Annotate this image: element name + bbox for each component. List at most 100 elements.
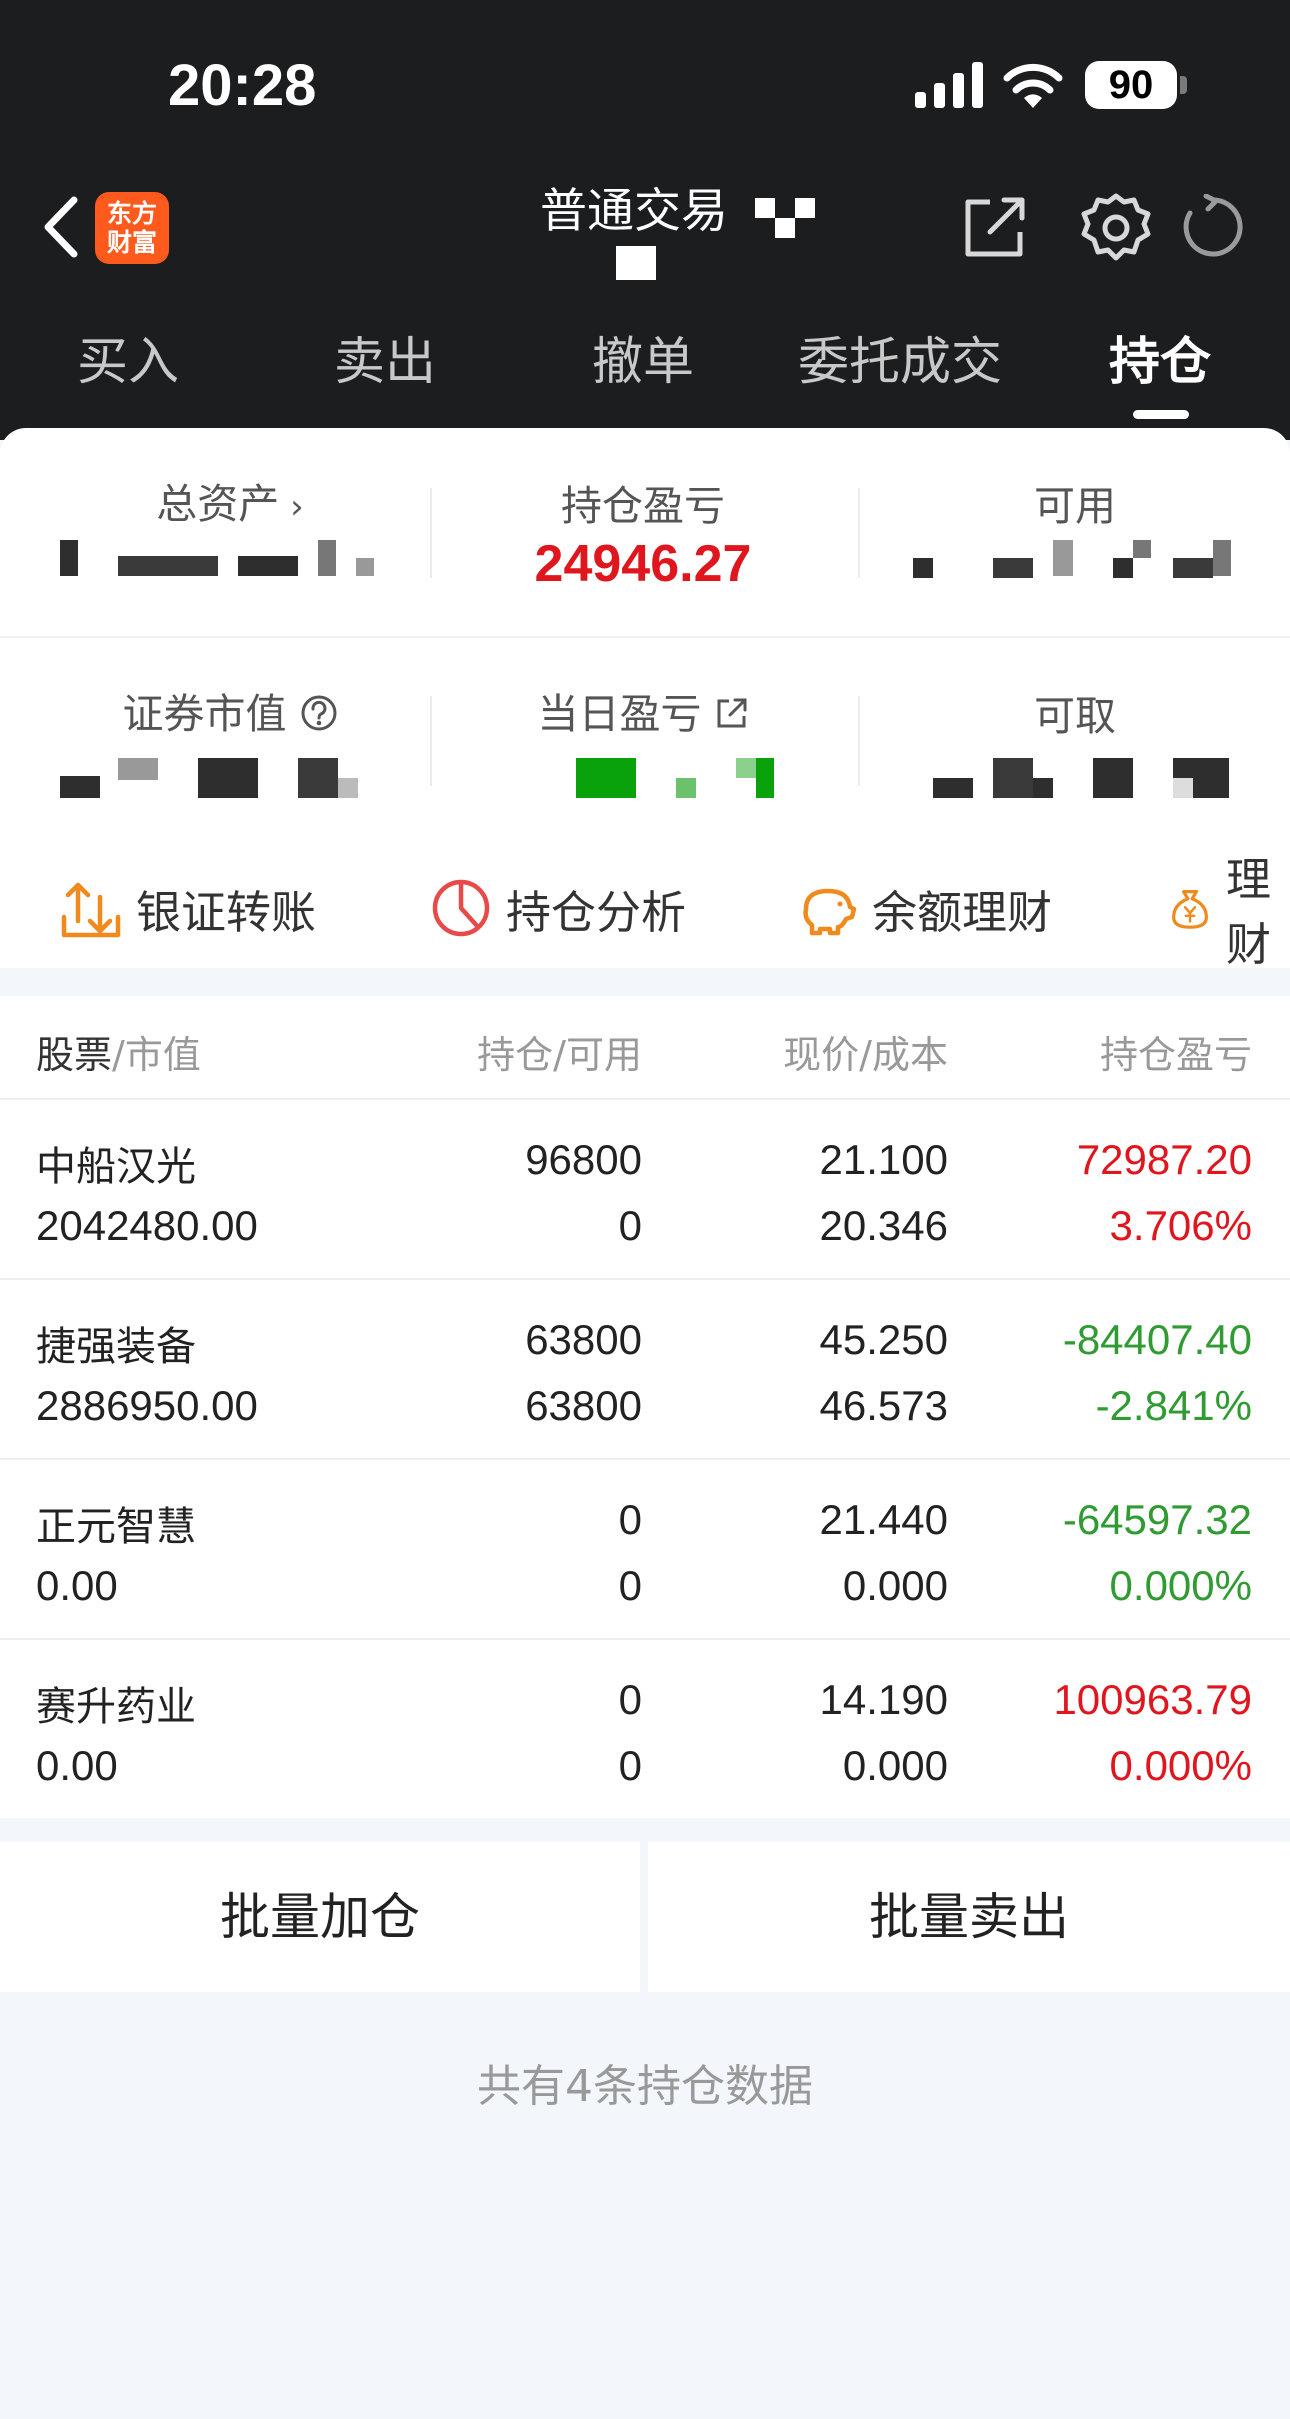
tab-orders[interactable]: 委托成交 [790, 320, 1010, 394]
gear-icon[interactable] [1080, 192, 1152, 264]
position-qty: 96800 [525, 1136, 642, 1183]
masked-value [118, 556, 218, 576]
quick-action-finance[interactable]: 理财 [1168, 853, 1290, 971]
tab-sell[interactable]: 卖出 [305, 320, 465, 394]
holdings-count-note: 共有4条持仓数据 [477, 2061, 813, 2112]
quick-action-label: 余额理财 [872, 885, 1053, 939]
column-header-pl[interactable]: 持仓盈亏 [1000, 1024, 1252, 1079]
current-price: 21.440 [819, 1496, 948, 1543]
masked-value [913, 558, 933, 578]
masked-value [60, 776, 100, 798]
header-cost: 成本 [871, 1033, 948, 1077]
daily-pl-text: 当日盈亏 [537, 690, 702, 738]
table-row[interactable]: 捷强装备 2886950.00 63800 63800 45.250 46.57… [0, 1278, 1290, 1458]
available-qty: 0 [618, 1562, 642, 1609]
masked-value [338, 778, 358, 798]
current-price: 45.250 [819, 1316, 948, 1363]
header-price: 现价 [783, 1033, 860, 1077]
column-header-price[interactable]: 现价/成本 [700, 1024, 948, 1079]
column-header-position[interactable]: 持仓/可用 [440, 1024, 642, 1079]
quick-action-transfer[interactable]: 银证转账 [60, 868, 316, 948]
stock-name: 赛升药业 [36, 1684, 196, 1730]
tab-cancel[interactable]: 撤单 [563, 320, 723, 394]
stock-name: 捷强装备 [36, 1324, 196, 1370]
masked-value [118, 758, 158, 780]
divider [430, 696, 432, 786]
position-pl-percent: 0.000% [1109, 1562, 1252, 1609]
batch-sell-button[interactable]: 批量卖出 [648, 1842, 1290, 1992]
tab-positions[interactable]: 持仓 [1080, 320, 1240, 394]
position-pl-percent: 0.000% [1109, 1742, 1252, 1789]
table-row[interactable]: 中船汉光 2042480.00 96800 0 21.100 20.346 72… [0, 1098, 1290, 1278]
external-link-icon[interactable] [715, 696, 749, 730]
table-row[interactable]: 赛升药业 0.00 0 0 14.190 0.000 100963.79 0.0… [0, 1638, 1290, 1818]
masked-value [238, 556, 298, 576]
column-header-stock[interactable]: 股票/市值 [36, 1024, 201, 1079]
quick-action-balance-finance[interactable]: 余额理财 [796, 868, 1052, 948]
masked-value [676, 778, 696, 798]
quick-action-analysis[interactable]: 持仓分析 [430, 868, 686, 948]
money-bag-icon [1172, 890, 1208, 929]
total-assets-text: 总资产 [156, 480, 280, 528]
position-pl: 100963.79 [1053, 1676, 1252, 1723]
position-pl-value: 24946.27 [534, 535, 752, 593]
position-pl: -64597.32 [1062, 1496, 1252, 1543]
current-price: 14.190 [819, 1676, 948, 1723]
piggy-bank-icon [803, 888, 857, 936]
market-value: 2886950.00 [36, 1382, 258, 1429]
withdrawable-label: 可取 [1034, 692, 1116, 740]
privacy-mosaic [775, 218, 795, 238]
market-value: 0.00 [36, 1562, 118, 1609]
masked-value [60, 540, 78, 576]
stock-name: 中船汉光 [36, 1144, 196, 1190]
quick-action-label: 银证转账 [136, 885, 317, 939]
page-title: 普通交易 [540, 184, 728, 239]
market-value-label[interactable]: 证券市值 [20, 680, 440, 740]
active-tab-indicator [1133, 410, 1189, 419]
refresh-icon[interactable] [1180, 194, 1246, 260]
tab-buy[interactable]: 买入 [48, 320, 208, 394]
divider [858, 488, 860, 578]
masked-value [756, 758, 774, 798]
masked-value [1213, 540, 1231, 576]
header-stock: 股票 [36, 1033, 113, 1077]
header-available: 可用 [565, 1033, 642, 1077]
daily-pl-label[interactable]: 当日盈亏 [433, 680, 853, 740]
transfer-icon [61, 882, 121, 938]
masked-value [1053, 540, 1073, 576]
table-row[interactable]: 正元智慧 0.00 0 0 21.440 0.000 -64597.32 0.0… [0, 1458, 1290, 1638]
share-icon[interactable] [960, 192, 1030, 262]
privacy-mosaic [795, 198, 815, 218]
privacy-mosaic [616, 246, 656, 280]
cost-price: 0.000 [842, 1742, 948, 1789]
cost-price: 20.346 [819, 1202, 948, 1249]
masked-value [933, 778, 973, 798]
help-icon[interactable] [300, 694, 338, 732]
header-market-value: 市值 [124, 1033, 201, 1077]
position-pl: 72987.20 [1076, 1136, 1252, 1183]
back-icon[interactable] [38, 194, 88, 260]
battery-indicator: 90 [1085, 61, 1177, 109]
batch-add-button[interactable]: 批量加仓 [0, 1842, 640, 1992]
quick-action-label: 持仓分析 [506, 885, 687, 939]
pie-chart-icon [432, 879, 490, 937]
divider [0, 636, 1290, 638]
available-qty: 0 [618, 1202, 642, 1249]
total-assets-label[interactable]: 总资产 › [20, 470, 440, 530]
market-value: 2042480.00 [36, 1202, 258, 1249]
position-pl-percent: -2.841% [1095, 1382, 1252, 1429]
masked-value [1133, 540, 1151, 558]
logo-line-2: 财富 [106, 228, 157, 257]
masked-value [1113, 558, 1133, 578]
stock-name: 正元智慧 [36, 1504, 196, 1550]
position-pl-label: 持仓盈亏 [561, 482, 725, 530]
masked-value [198, 758, 258, 798]
divider [858, 696, 860, 786]
position-pl-percent: 3.706% [1109, 1202, 1252, 1249]
available-label: 可用 [1034, 482, 1116, 530]
masked-value [298, 758, 338, 798]
masked-value [1173, 558, 1213, 578]
quick-action-label: 理财 [1226, 853, 1272, 971]
current-price: 21.100 [819, 1136, 948, 1183]
masked-value [356, 558, 374, 576]
